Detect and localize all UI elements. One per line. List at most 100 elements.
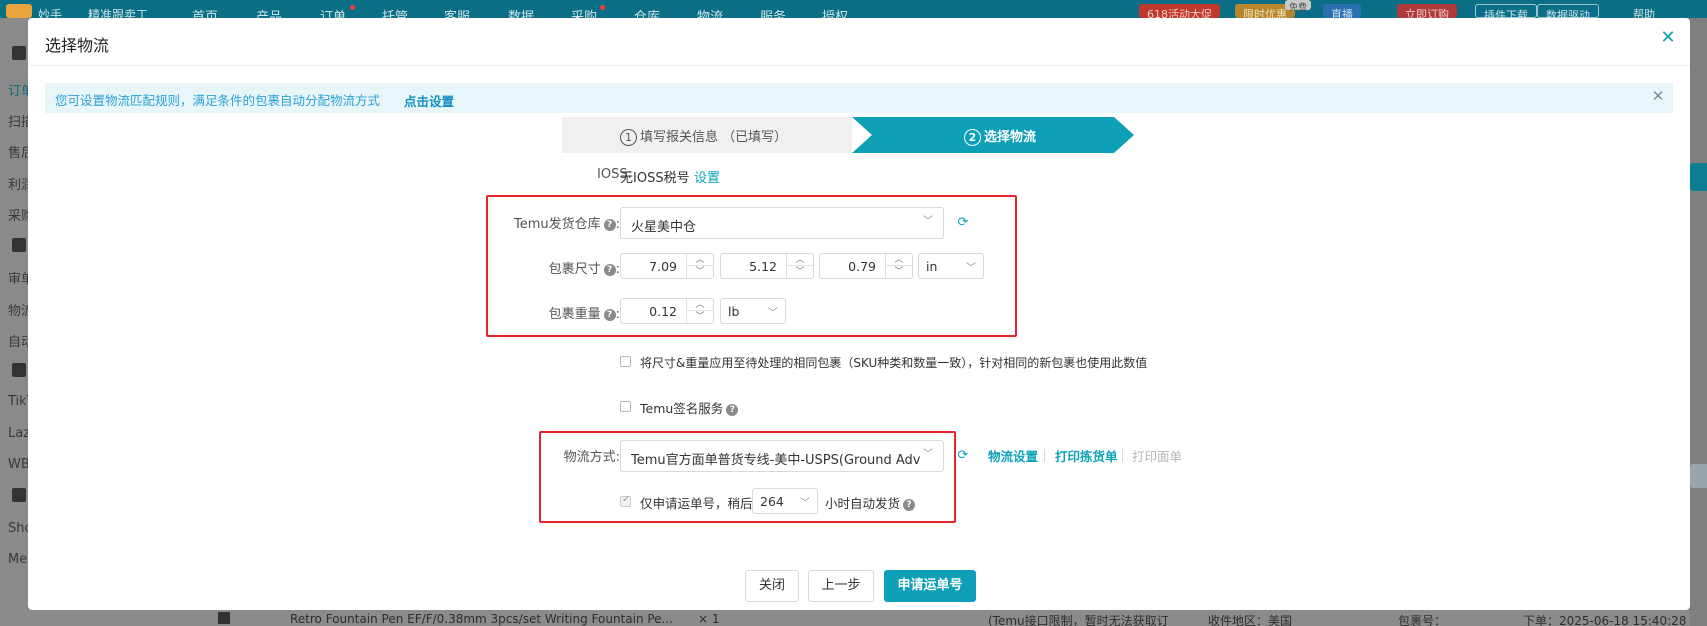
width-input[interactable]: 5.12 ︿ ﹀ <box>720 253 814 279</box>
increment-icon[interactable]: ︿ <box>886 254 912 266</box>
decrement-icon[interactable]: ﹀ <box>687 311 713 323</box>
chevron-down-icon: ﹀ <box>800 498 810 509</box>
side-float-tab[interactable] <box>1690 163 1707 191</box>
side-float-tab-2[interactable] <box>1690 464 1707 488</box>
warehouse-select[interactable]: 火星美中仓 ﹀ <box>620 207 944 239</box>
apply-same-label: 将尺寸&重量应用至待处理的相同包裹（SKU种类和数量一致），针对相同的新包裹也使… <box>640 356 1148 370</box>
weight-label: 包裹重量?: <box>548 307 620 322</box>
ioss-settings-link[interactable]: 设置 <box>694 167 720 186</box>
free-badge: 免费 <box>1285 0 1312 13</box>
nav-data[interactable]: 数据 <box>508 6 534 18</box>
logistics-settings-link[interactable]: 物流设置 <box>988 446 1038 465</box>
package-no: 包裹号： <box>1398 614 1447 626</box>
sidebar-item-wb[interactable]: WB <box>8 457 28 472</box>
prev-step-button[interactable]: 上一步 <box>808 570 874 602</box>
signature-checkbox[interactable] <box>620 401 631 412</box>
auto-ship-prefix: 仅申请运单号，稍后 <box>640 496 753 511</box>
sidebar-item-review[interactable]: 审单 <box>8 268 28 287</box>
refresh-icon[interactable]: ⟳ <box>956 449 970 463</box>
promo-pill[interactable]: 618活动大促 <box>1139 4 1220 18</box>
decrement-icon[interactable]: ﹀ <box>886 266 912 278</box>
receiver-region: 收件地区：美国 <box>1208 614 1293 626</box>
method-label: 物流方式: <box>563 450 620 465</box>
sidebar-item-shopee[interactable]: Sho <box>8 521 28 536</box>
sidebar-item-logistics[interactable]: 物流 <box>8 300 28 319</box>
weight-input[interactable]: 0.12 ︿ ﹀ <box>620 298 714 324</box>
auto-ship-hours-select[interactable]: 264 ﹀ <box>752 488 818 514</box>
step-label-1: 填写报关信息 （已填写） <box>640 130 788 145</box>
notice-text: 您可设置物流匹配规则，满足条件的包裹自动分配物流方式 <box>55 93 381 108</box>
apply-same-checkbox[interactable] <box>620 356 631 367</box>
sidebar-item-aftersale[interactable]: 售后 <box>8 142 28 161</box>
nav-hosting[interactable]: 托管 <box>382 6 408 18</box>
right-edge-strip <box>1690 18 1707 626</box>
data-pill[interactable]: 数据驱动 <box>1537 4 1599 18</box>
nav-product[interactable]: 产品 <box>256 6 282 18</box>
help-icon[interactable]: ? <box>603 218 616 231</box>
app-topbar: 妙手 精准跟卖工 首页 产品 订单 托管 客服 数据 采购 仓库 物流 服务 授… <box>0 0 1707 18</box>
print-label-link: 打印面单 <box>1132 449 1183 464</box>
close-icon[interactable]: ✕ <box>1658 28 1678 48</box>
length-input[interactable]: 7.09 ︿ ﹀ <box>620 253 714 279</box>
app-logo <box>6 4 32 18</box>
notice-settings-link[interactable]: 点击设置 <box>404 91 454 110</box>
rule-notice-bar: 您可设置物流匹配规则，满足条件的包裹自动分配物流方式 点击设置 ✕ <box>45 83 1673 113</box>
chevron-down-icon: ﹀ <box>768 308 778 319</box>
nav-warehouse[interactable]: 仓库 <box>634 6 660 18</box>
nav-home[interactable]: 首页 <box>192 6 218 18</box>
chevron-down-icon: ﹀ <box>966 263 976 274</box>
sidebar-item-tiktok[interactable]: TikT <box>8 394 28 409</box>
link-divider <box>1122 449 1123 462</box>
nav-auth[interactable]: 授权 <box>822 6 848 18</box>
notice-close-icon[interactable]: ✕ <box>1649 87 1667 105</box>
decrement-icon[interactable]: ﹀ <box>787 266 813 278</box>
modal-header: 选择物流 ✕ <box>28 18 1690 66</box>
print-pick-list-link[interactable]: 打印拣货单 <box>1055 446 1118 465</box>
nav-order[interactable]: 订单 <box>320 6 346 18</box>
sidebar-item-lazada[interactable]: Laz <box>8 426 28 441</box>
apply-tracking-number-button[interactable]: 申请运单号 <box>884 570 976 602</box>
product-qty: × 1 <box>698 612 720 626</box>
sidebar-item-order[interactable]: 订单 <box>8 80 28 99</box>
height-input[interactable]: 0.79 ︿ ﹀ <box>819 253 913 279</box>
sidebar-item-purchase[interactable]: 采购 <box>8 205 28 224</box>
sidebar-item-scan[interactable]: 扫描 <box>8 111 28 130</box>
sidebar-item-profit[interactable]: 利润 <box>8 174 28 193</box>
help-icon[interactable]: ? <box>726 403 739 416</box>
increment-icon[interactable]: ︿ <box>687 299 713 311</box>
signature-label: Temu签名服务? <box>640 398 739 417</box>
size-unit-select[interactable]: in ﹀ <box>918 253 984 279</box>
auto-ship-checkbox[interactable] <box>620 494 631 507</box>
sidebar-section-icon <box>12 363 26 377</box>
step-select-logistics: 2 选择物流 <box>852 117 1134 153</box>
sidebar-section-icon <box>12 238 26 252</box>
nav-purchase[interactable]: 采购 <box>571 6 597 18</box>
live-pill[interactable]: 直播 <box>1323 4 1361 18</box>
help-icon[interactable]: ? <box>603 263 616 276</box>
product-thumbnail <box>218 612 230 624</box>
nav-logistics[interactable]: 物流 <box>697 6 723 18</box>
plugin-download-pill[interactable]: 插件下载 <box>1475 4 1537 18</box>
help-icon[interactable]: ? <box>903 498 916 511</box>
logistics-method-select[interactable]: Temu官方面单普货专线-美中-USPS(Ground Advan ﹀ <box>620 440 944 472</box>
close-button[interactable]: 关闭 <box>745 570 799 602</box>
nav-order-dot <box>350 5 355 10</box>
auto-ship-suffix: 小时自动发货? <box>825 493 916 512</box>
decrement-icon[interactable]: ﹀ <box>687 266 713 278</box>
sidebar-section-icon <box>12 46 26 60</box>
sidebar-item-mercado[interactable]: Me <box>8 552 27 567</box>
help-icon[interactable]: ? <box>603 308 616 321</box>
nav-services[interactable]: 服务 <box>760 6 786 18</box>
chevron-down-icon: ﹀ <box>923 216 933 227</box>
increment-icon[interactable]: ︿ <box>687 254 713 266</box>
increment-icon[interactable]: ︿ <box>787 254 813 266</box>
sidebar-item-auto[interactable]: 自动 <box>8 331 28 350</box>
order-row-background: Retro Fountain Pen EF/F/0.38mm 3pcs/set … <box>28 610 1690 626</box>
step-number-2: 2 <box>964 129 981 146</box>
refresh-icon[interactable]: ⟳ <box>956 216 970 230</box>
subscribe-pill[interactable]: 立即订购 <box>1397 4 1457 18</box>
sidebar-section-icon <box>12 488 26 502</box>
weight-unit-select[interactable]: lb ﹀ <box>720 298 786 324</box>
help-link[interactable]: 帮助 <box>1625 4 1663 18</box>
nav-service[interactable]: 客服 <box>444 6 470 18</box>
